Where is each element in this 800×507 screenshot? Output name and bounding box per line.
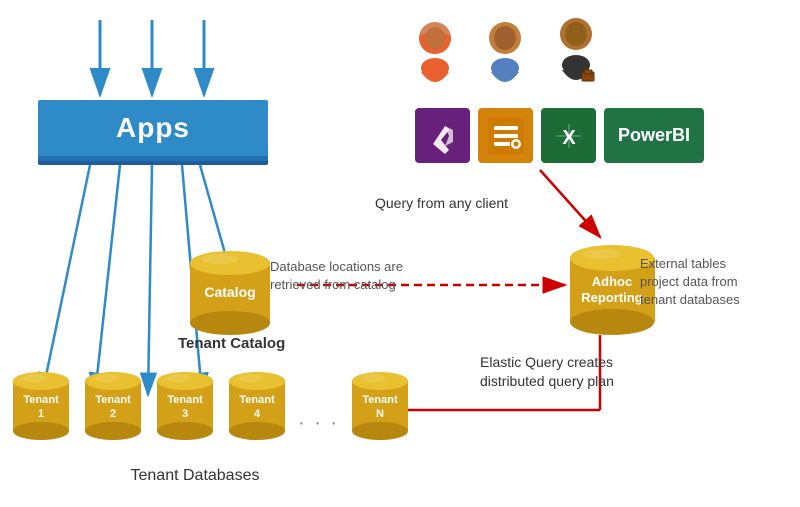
elastic-query-label: Elastic Query createsdistributed query p… bbox=[480, 353, 614, 392]
apps-container: Apps bbox=[24, 100, 282, 165]
tenant-n-cylinder: Tenant N bbox=[349, 367, 411, 447]
query-any-client-label: Query from any client bbox=[375, 195, 508, 211]
svg-text:2: 2 bbox=[110, 408, 116, 420]
svg-text:N: N bbox=[376, 408, 384, 420]
db-locations-label: Database locations areretrieved from cat… bbox=[270, 258, 403, 294]
powerbi-label: PowerBI bbox=[618, 125, 690, 146]
svg-text:Tenant: Tenant bbox=[167, 394, 203, 406]
svg-text:Tenant: Tenant bbox=[23, 394, 59, 406]
visual-studio-icon bbox=[415, 108, 470, 163]
tenant-4-cylinder: Tenant 4 bbox=[226, 367, 288, 447]
catalog-cylinder: Catalog bbox=[185, 245, 275, 345]
svg-text:1: 1 bbox=[38, 408, 44, 420]
svg-text:3: 3 bbox=[182, 408, 188, 420]
tenant-databases-label: Tenant Databases bbox=[10, 467, 380, 485]
tenant-2-cylinder: Tenant 2 bbox=[82, 367, 144, 447]
person-figure-2 bbox=[485, 22, 525, 92]
tenant-3-cylinder: Tenant 3 bbox=[154, 367, 216, 447]
tenant-1-cylinder: Tenant 1 bbox=[10, 367, 72, 447]
apps-label: Apps bbox=[116, 112, 190, 144]
excel-icon: X bbox=[541, 108, 596, 163]
tenant-databases-row: Tenant 1 Tenant 2 Tenant 3 Tenant 4 · · … bbox=[10, 367, 411, 447]
svg-text:Adhoc: Adhoc bbox=[592, 274, 632, 289]
svg-text:Tenant: Tenant bbox=[362, 394, 398, 406]
svg-text:4: 4 bbox=[254, 408, 261, 420]
svg-text:Tenant: Tenant bbox=[239, 394, 275, 406]
tenant-ellipsis: · · · bbox=[298, 412, 339, 447]
svg-text:Reporting: Reporting bbox=[581, 290, 642, 305]
apps-layer-front: Apps bbox=[38, 100, 268, 156]
svg-text:Catalog: Catalog bbox=[204, 284, 255, 300]
settings-tools-icon bbox=[478, 108, 533, 163]
people-area bbox=[415, 18, 597, 92]
apps-stack: Apps bbox=[38, 100, 268, 165]
person-figure-3 bbox=[555, 18, 597, 92]
person-figure-1 bbox=[415, 22, 455, 92]
tenant-catalog-label: Tenant Catalog bbox=[178, 335, 285, 352]
powerbi-icon: PowerBI bbox=[604, 108, 704, 163]
app-icons-row: X PowerBI bbox=[415, 108, 704, 163]
svg-text:Tenant: Tenant bbox=[95, 394, 131, 406]
catalog-cylinder-svg: Catalog bbox=[185, 245, 275, 340]
external-tables-label: External tablesproject data fromtenant d… bbox=[640, 255, 740, 310]
